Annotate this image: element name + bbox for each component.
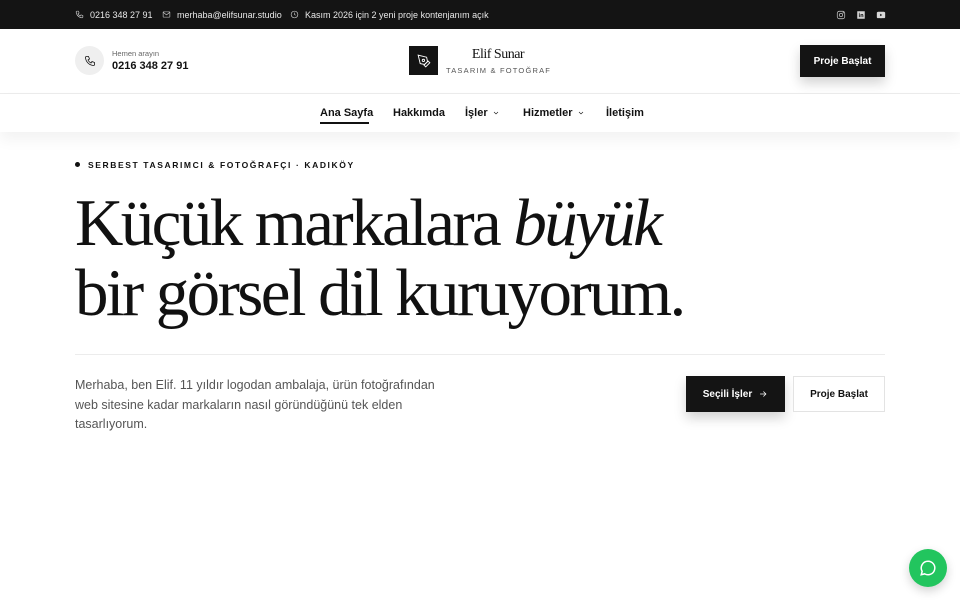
youtube-icon xyxy=(876,11,886,18)
site-header: Hemen arayın 0216 348 27 91 Elif Sunar T… xyxy=(0,29,960,94)
linkedin-link[interactable] xyxy=(856,0,866,29)
selected-works-label: Seçili İşler xyxy=(702,388,753,400)
nav-item-label: İletişim xyxy=(606,107,644,119)
pen-tool-icon xyxy=(417,54,430,67)
instagram-icon xyxy=(836,10,846,19)
hero-lead: Merhaba, ben Elif. 11 yıldır logodan amb… xyxy=(75,378,435,431)
instagram-link[interactable] xyxy=(836,0,846,29)
hero-eyebrow: SERBEST TASARIMCI & FOTOĞRAFÇI · KADIKÖY xyxy=(88,160,355,170)
nav-item-services[interactable]: Hizmetler xyxy=(523,94,585,132)
call-button[interactable] xyxy=(75,46,104,75)
headline-emphasis: büyük xyxy=(513,186,663,260)
active-nav-indicator xyxy=(320,122,369,124)
brand-name[interactable]: Elif Sunar xyxy=(446,47,550,63)
brand-tagline: TASARIM & FOTOĞRAF xyxy=(446,66,552,75)
nav-item-contact[interactable]: İletişim xyxy=(606,94,644,132)
arrow-right-icon xyxy=(760,391,767,397)
hero-start-project-button[interactable]: Proje Başlat xyxy=(793,376,885,412)
hero-start-project-label: Proje Başlat xyxy=(810,388,868,400)
chevron-down-icon xyxy=(578,111,583,115)
nav-item-label: Hakkımda xyxy=(393,107,445,119)
start-project-button[interactable]: Proje Başlat xyxy=(800,45,885,77)
phone-icon xyxy=(75,10,84,19)
selected-works-button[interactable]: Seçili İşler xyxy=(686,376,785,412)
nav-item-home[interactable]: Ana Sayfa xyxy=(320,94,373,132)
chat-bubble-icon xyxy=(920,560,936,576)
headline-part-1: Küçük markalara xyxy=(75,186,514,260)
phone-icon xyxy=(84,55,95,66)
hero-headline: Küçük markalara büyük bir görsel dil kur… xyxy=(75,186,686,330)
call-label: Hemen arayın xyxy=(112,49,160,58)
topbar-email-text: merhaba@elifsunar.studio xyxy=(177,9,282,20)
clock-icon xyxy=(290,10,299,19)
linkedin-icon xyxy=(857,10,865,19)
topbar-email[interactable]: merhaba@elifsunar.studio xyxy=(162,0,282,29)
nav-item-works[interactable]: İşler xyxy=(465,94,500,132)
topbar-notice-text: Kasım 2026 için 2 yeni proje kontenjanım… xyxy=(305,9,489,20)
main-nav: Ana Sayfa Hakkımda İşler Hizmetler İleti… xyxy=(0,94,960,132)
mail-icon xyxy=(162,11,171,18)
nav-item-about[interactable]: Hakkımda xyxy=(393,94,445,132)
hero-divider xyxy=(75,354,885,355)
topbar-phone-text: 0216 348 27 91 xyxy=(90,9,153,20)
headline-part-2: bir görsel dil kuruyorum. xyxy=(75,256,686,330)
nav-item-label: İşler xyxy=(465,107,488,119)
youtube-link[interactable] xyxy=(876,0,886,29)
nav-item-label: Ana Sayfa xyxy=(320,107,374,119)
start-project-label: Proje Başlat xyxy=(813,55,872,67)
eyebrow-dot xyxy=(75,162,80,167)
nav-item-label: Hizmetler xyxy=(523,107,573,119)
logo-mark[interactable] xyxy=(409,46,438,75)
top-bar: 0216 348 27 91 merhaba@elifsunar.studio … xyxy=(0,0,960,29)
topbar-phone[interactable]: 0216 348 27 91 xyxy=(75,0,153,29)
chevron-down-icon xyxy=(493,111,498,115)
call-number[interactable]: 0216 348 27 91 xyxy=(112,60,188,72)
chat-button[interactable] xyxy=(909,549,947,587)
topbar-notice: Kasım 2026 için 2 yeni proje kontenjanım… xyxy=(290,0,489,29)
